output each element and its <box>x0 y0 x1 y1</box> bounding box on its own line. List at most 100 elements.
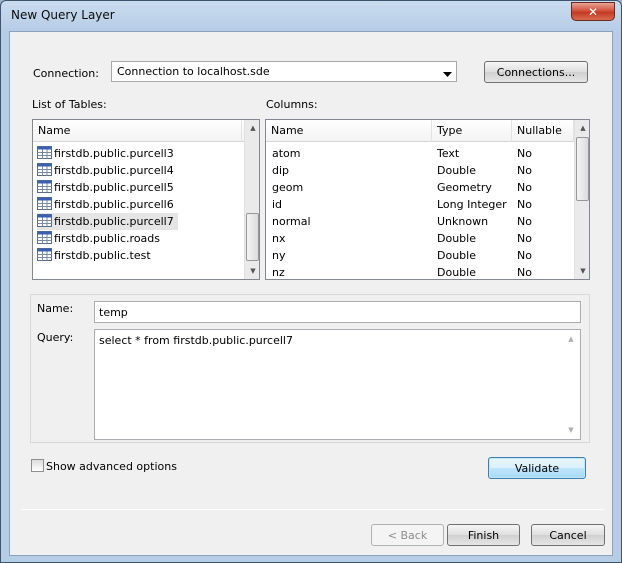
table-icon <box>37 214 52 227</box>
validate-button-label: Validate <box>514 461 560 475</box>
table-name: firstdb.public.purcell4 <box>54 164 174 177</box>
columns-header-nullable[interactable]: Nullable <box>512 120 574 142</box>
columns-header: Name Type Nullable <box>266 120 574 142</box>
scroll-up-arrow-icon[interactable]: ▲ <box>575 121 589 135</box>
column-name: nx <box>272 232 286 245</box>
back-button-label: < Back <box>387 528 428 542</box>
table-name: firstdb.public.purcell6 <box>54 198 174 211</box>
table-icon <box>37 146 52 159</box>
column-type: Text <box>437 147 460 160</box>
column-name: ny <box>272 249 286 262</box>
column-row[interactable]: ny Double No <box>266 247 574 264</box>
column-type: Double <box>437 249 476 262</box>
table-icon <box>37 180 52 193</box>
column-type: Double <box>437 232 476 245</box>
column-type: Geometry <box>437 181 492 194</box>
scroll-down-arrow-icon[interactable]: ▼ <box>245 264 259 278</box>
close-icon: ✕ <box>587 4 599 19</box>
table-row[interactable]: firstdb.public.purcell4 <box>37 162 178 179</box>
column-name: geom <box>272 181 304 194</box>
column-row[interactable]: dip Double No <box>266 162 574 179</box>
column-nullable: No <box>517 147 532 160</box>
table-name: firstdb.public.purcell3 <box>54 147 174 160</box>
column-row[interactable]: atom Text No <box>266 145 574 162</box>
columns-rows: atom Text No dip Double No geom Geometry No id Lon… <box>266 145 574 279</box>
column-name: id <box>272 198 283 211</box>
window-title: New Query Layer <box>11 8 115 22</box>
cancel-button[interactable]: Cancel <box>531 524 605 546</box>
query-label: Query: <box>37 331 74 344</box>
columns-header-type[interactable]: Type <box>432 120 512 142</box>
query-textarea[interactable]: select * from firstdb.public.purcell7 ▲ … <box>94 329 581 440</box>
scroll-up-arrow-icon[interactable]: ▲ <box>563 332 579 346</box>
table-name: firstdb.public.purcell7 <box>54 215 174 228</box>
close-button[interactable]: ✕ <box>571 2 615 21</box>
scroll-down-arrow-icon[interactable]: ▼ <box>563 423 579 437</box>
name-input-value: temp <box>99 306 128 319</box>
table-row[interactable]: firstdb.public.roads <box>37 230 164 247</box>
tables-listbox[interactable]: Name firstdb.public.purcell3 firstdb.publ… <box>32 119 260 280</box>
tables-header-name[interactable]: Name <box>33 120 242 142</box>
tables-list-label: List of Tables: <box>32 98 107 111</box>
tables-scroll-thumb[interactable] <box>246 213 259 261</box>
table-name: firstdb.public.roads <box>54 232 161 245</box>
scroll-down-arrow-icon[interactable]: ▼ <box>575 264 589 278</box>
column-name: normal <box>272 215 311 228</box>
column-name: dip <box>272 164 290 177</box>
column-nullable: No <box>517 181 532 194</box>
validate-button[interactable]: Validate <box>488 457 586 479</box>
table-row[interactable]: firstdb.public.purcell7 <box>37 213 178 230</box>
name-input[interactable]: temp <box>94 301 581 323</box>
column-nullable: No <box>517 266 532 279</box>
table-name: firstdb.public.purcell5 <box>54 181 174 194</box>
column-type: Long Integer <box>437 198 507 211</box>
connection-combobox[interactable]: Connection to localhost.sde <box>111 61 457 82</box>
column-row[interactable]: nx Double No <box>266 230 574 247</box>
query-textarea-value: select * from firstdb.public.purcell7 <box>99 334 293 347</box>
columns-scroll-thumb[interactable] <box>576 137 589 201</box>
connections-button[interactable]: Connections... <box>484 61 588 83</box>
dialog-window: New Query Layer ✕ Connection: Connection… <box>0 0 622 563</box>
show-advanced-checkbox[interactable] <box>31 459 44 472</box>
back-button[interactable]: < Back <box>371 524 444 546</box>
column-nullable: No <box>517 164 532 177</box>
table-icon <box>37 248 52 261</box>
cancel-button-label: Cancel <box>549 528 587 542</box>
column-row[interactable]: geom Geometry No <box>266 179 574 196</box>
column-type: Double <box>437 164 476 177</box>
finish-button-label: Finish <box>467 528 500 542</box>
tables-rows: firstdb.public.purcell3 firstdb.public.pu… <box>37 145 242 279</box>
chevron-down-icon <box>443 68 452 81</box>
columns-header-name[interactable]: Name <box>266 120 432 142</box>
column-nullable: No <box>517 232 532 245</box>
connection-value: Connection to localhost.sde <box>117 65 270 78</box>
column-row[interactable]: id Long Integer No <box>266 196 574 213</box>
column-row[interactable]: normal Unknown No <box>266 213 574 230</box>
connections-button-label: Connections... <box>496 65 576 79</box>
connection-label: Connection: <box>33 67 99 80</box>
query-panel: Name: temp Query: select * from firstdb.… <box>30 294 590 443</box>
scroll-up-arrow-icon[interactable]: ▲ <box>245 121 259 135</box>
columns-scrollbar[interactable]: ▲ ▼ <box>574 120 589 279</box>
table-row[interactable]: firstdb.public.test <box>37 247 155 264</box>
name-label: Name: <box>37 302 74 315</box>
tables-scrollbar[interactable]: ▲ ▼ <box>244 120 259 279</box>
column-row[interactable]: nz Double No <box>266 264 574 279</box>
finish-button[interactable]: Finish <box>447 524 520 546</box>
columns-list-label: Columns: <box>266 98 318 111</box>
footer-separator <box>21 509 604 510</box>
column-nullable: No <box>517 215 532 228</box>
columns-listbox[interactable]: Name Type Nullable atom Text No dip Double No… <box>265 119 590 280</box>
table-row[interactable]: firstdb.public.purcell3 <box>37 145 178 162</box>
table-icon <box>37 231 52 244</box>
column-nullable: No <box>517 249 532 262</box>
table-icon <box>37 197 52 210</box>
column-name: atom <box>272 147 301 160</box>
table-icon <box>37 163 52 176</box>
table-row[interactable]: firstdb.public.purcell6 <box>37 196 178 213</box>
tables-header: Name <box>33 120 244 142</box>
dialog-client-area: Connection: Connection to localhost.sde … <box>9 31 613 556</box>
column-name: nz <box>272 266 285 279</box>
table-row[interactable]: firstdb.public.purcell5 <box>37 179 178 196</box>
show-advanced-label[interactable]: Show advanced options <box>46 460 177 473</box>
